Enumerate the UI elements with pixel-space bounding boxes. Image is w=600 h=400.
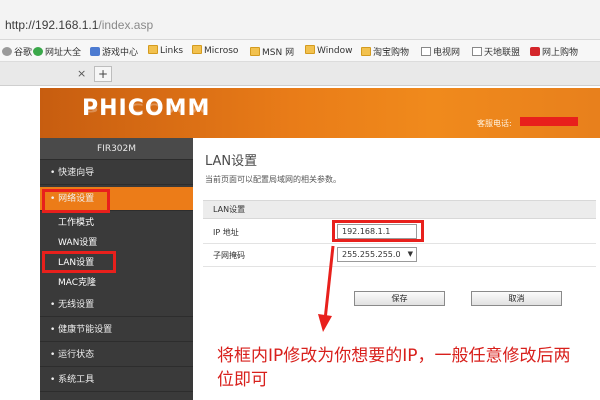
favorites-bar: 谷歌 网址大全 游戏中心 Links Microso MSN 网 Window … <box>0 40 600 62</box>
section-header: LAN设置 <box>203 200 596 219</box>
sidebar-item-wireless[interactable]: • 无线设置 <box>40 293 193 317</box>
new-tab-button[interactable]: + <box>94 66 112 82</box>
tab-strip: × + <box>0 62 600 86</box>
favorite-item[interactable]: 谷歌 <box>2 45 32 58</box>
router-model: FIR302M <box>40 138 193 160</box>
favorite-item[interactable]: 淘宝购物 <box>361 45 409 58</box>
sidebar-subitem-work-mode[interactable]: 工作模式 <box>40 213 193 233</box>
favorite-label: Microso <box>204 46 239 56</box>
subnet-mask-label: 子网掩码 <box>213 251 245 260</box>
subnet-mask-select[interactable]: 255.255.255.0 ▼ <box>337 247 417 262</box>
close-tab-icon[interactable]: × <box>77 67 86 80</box>
url-path: /index.asp <box>98 18 154 32</box>
sidebar-item-quick-setup[interactable]: • 快速向导 <box>40 161 193 185</box>
folder-icon <box>192 45 202 54</box>
page-title: LAN设置 <box>205 154 258 169</box>
folder-icon <box>305 45 315 54</box>
favorite-item[interactable]: Microso <box>192 45 238 56</box>
favorite-item[interactable]: 天地联盟 <box>472 45 520 58</box>
favorite-label: 游戏中心 <box>102 48 139 58</box>
router-header: PHICOMM PHICOMM 客服电话: <box>40 88 600 138</box>
favorite-item[interactable]: Window <box>305 45 353 56</box>
chevron-down-icon: ▼ <box>407 250 413 258</box>
redacted-phone-number <box>520 117 578 126</box>
save-button[interactable]: 保存 <box>354 291 445 306</box>
favorite-label: 电视网 <box>433 48 461 58</box>
hotline-label: 客服电话: <box>477 119 512 128</box>
brand-logo: PHICOMM <box>82 96 211 121</box>
favorite-item[interactable]: Links <box>148 45 183 56</box>
row-divider <box>203 243 596 244</box>
favorite-item[interactable]: 网址大全 <box>33 45 81 58</box>
page-description: 当前页面可以配置局域网的相关参数。 <box>205 175 341 184</box>
page-icon <box>472 47 482 56</box>
ip-address-label: IP 地址 <box>213 228 239 237</box>
game-icon <box>90 47 100 56</box>
green-globe-icon <box>33 47 43 56</box>
folder-icon <box>250 47 260 56</box>
folder-icon <box>361 47 371 56</box>
gray-dot-icon <box>2 47 12 56</box>
browser-address-bar[interactable]: http://192.168.1.1/index.asp <box>0 0 600 40</box>
highlight-box-ip <box>332 220 424 242</box>
page-icon <box>421 47 431 56</box>
sidebar-item-system-tools[interactable]: • 系统工具 <box>40 368 193 392</box>
favorite-item[interactable]: 电视网 <box>421 45 460 58</box>
url-host: http://192.168.1.1 <box>5 18 99 32</box>
highlight-box-network-settings <box>42 189 110 213</box>
favorite-label: 网上购物 <box>542 48 579 58</box>
sidebar-item-status[interactable]: • 运行状态 <box>40 343 193 367</box>
favorite-label: 淘宝购物 <box>373 48 410 58</box>
folder-icon <box>148 45 158 54</box>
favorite-item[interactable]: MSN 网 <box>250 45 294 58</box>
favorite-label: Window <box>317 46 353 56</box>
url-field[interactable]: http://192.168.1.1/index.asp <box>5 18 153 32</box>
favorite-label: 网址大全 <box>45 48 82 58</box>
favorite-item[interactable]: 网上购物 <box>530 45 578 58</box>
highlight-box-lan <box>42 251 116 273</box>
favorite-label: 谷歌 <box>14 48 33 58</box>
favorite-label: MSN 网 <box>262 48 295 58</box>
favorite-label: Links <box>160 46 184 56</box>
row-divider <box>203 266 596 267</box>
annotation-text: 将框内IP修改为你想要的IP，一般任意修改后两位即可 <box>217 346 571 390</box>
sidebar-subitem-wan[interactable]: WAN设置 <box>40 233 193 253</box>
cancel-button[interactable]: 取消 <box>471 291 562 306</box>
subnet-mask-value: 255.255.255.0 <box>342 250 401 259</box>
sidebar-subitem-mac-clone[interactable]: MAC克隆 <box>40 273 193 293</box>
sidebar-item-power-saving[interactable]: • 健康节能设置 <box>40 318 193 342</box>
favorite-label: 天地联盟 <box>484 48 521 58</box>
red-square-icon <box>530 47 540 56</box>
favorite-item[interactable]: 游戏中心 <box>90 45 138 58</box>
